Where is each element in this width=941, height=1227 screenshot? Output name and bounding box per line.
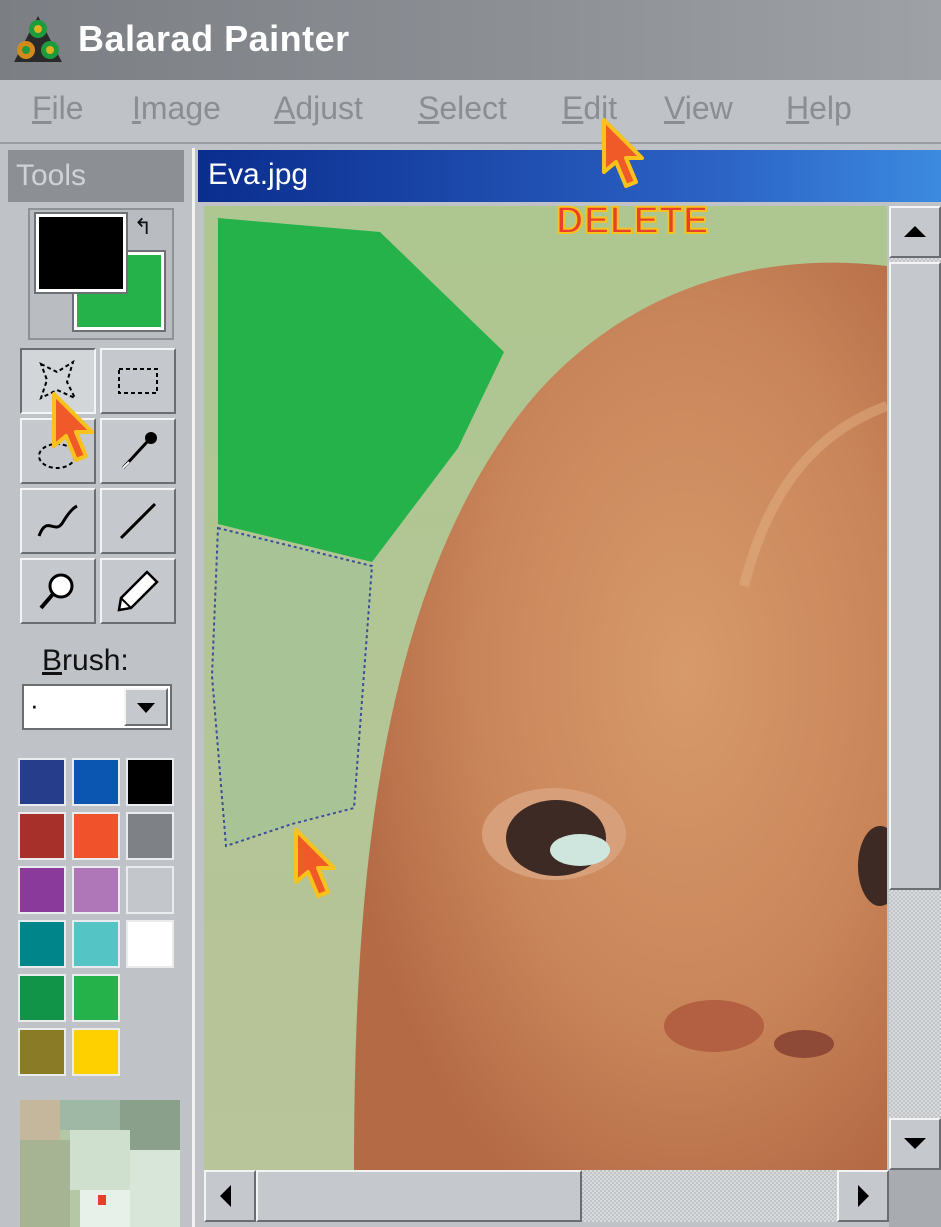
palette-swatch[interactable] [72, 866, 120, 914]
eyedropper-icon [121, 432, 157, 470]
horizontal-scroll-thumb[interactable] [256, 1170, 582, 1222]
scroll-up-icon [904, 226, 926, 237]
palette-swatch[interactable] [18, 812, 66, 860]
palette-swatch[interactable] [18, 974, 66, 1022]
rectangle-select-tool[interactable] [100, 348, 176, 414]
brush-label: Brush: [42, 644, 129, 677]
app-logo-icon [14, 16, 62, 62]
menu-image[interactable]: Image [132, 90, 221, 127]
rectangle-select-icon [118, 368, 158, 394]
brush-value: · [30, 690, 39, 720]
image-canvas[interactable] [204, 206, 887, 1170]
app-title: Balarad Painter [78, 18, 350, 59]
palette-swatch[interactable] [72, 974, 120, 1022]
swap-colors-icon[interactable]: ↰ [130, 212, 156, 242]
curve-icon [37, 504, 78, 537]
scrollbar-corner [889, 1170, 941, 1227]
color-palette [18, 758, 178, 1086]
palette-swatch[interactable] [72, 758, 120, 806]
palette-swatch[interactable] [126, 812, 174, 860]
pencil-icon [117, 570, 159, 612]
palette-swatch[interactable] [72, 812, 120, 860]
menu-adjust[interactable]: Adjust [274, 90, 363, 127]
palette-swatch[interactable] [72, 1028, 120, 1076]
menu-view[interactable]: View [664, 90, 733, 127]
eyedropper-tool[interactable] [100, 418, 176, 484]
pencil-tool[interactable] [100, 558, 176, 624]
line-icon [119, 502, 157, 540]
palette-swatch[interactable] [18, 920, 66, 968]
tools-header: Tools [8, 150, 184, 202]
palette-swatch[interactable] [126, 920, 174, 968]
vertical-scroll-thumb[interactable] [889, 262, 941, 890]
document-title-bar[interactable] [198, 150, 941, 202]
palette-swatch[interactable] [126, 758, 174, 806]
cursor-arrow-icon [294, 828, 336, 898]
cursor-arrow-icon [52, 392, 94, 462]
magnifier-tool[interactable] [20, 558, 96, 624]
menu-select[interactable]: Select [418, 90, 507, 127]
palette-swatch[interactable] [18, 1028, 66, 1076]
palette-swatch[interactable] [126, 866, 174, 914]
menu-file[interactable]: File [32, 90, 84, 127]
cursor-arrow-icon [602, 118, 644, 188]
palette-swatch[interactable] [18, 866, 66, 914]
line-tool[interactable] [100, 488, 176, 554]
delete-annotation: DELETE [555, 199, 709, 243]
curve-tool[interactable] [20, 488, 96, 554]
scroll-right-icon [858, 1185, 869, 1207]
palette-swatch[interactable] [72, 920, 120, 968]
magnifier-icon [39, 573, 74, 610]
navigator-preview [20, 1100, 180, 1227]
palette-swatch[interactable] [18, 758, 66, 806]
foreground-color-swatch[interactable] [36, 214, 126, 292]
menu-help[interactable]: Help [786, 90, 852, 127]
document-title: Eva.jpg [208, 158, 309, 191]
scroll-down-icon [904, 1138, 926, 1149]
scroll-left-icon [220, 1185, 231, 1207]
brush-dropdown-arrow-icon[interactable] [124, 688, 168, 726]
